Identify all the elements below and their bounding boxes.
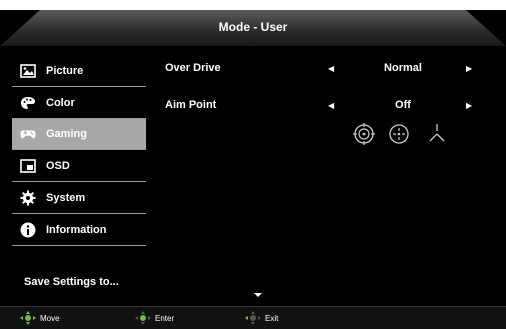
sidebar-item-label: Color: [46, 96, 75, 109]
crosshair-dot-icon[interactable]: [387, 122, 411, 146]
aim-point-value[interactable]: Off: [370, 99, 436, 111]
aim-point-left-arrow-icon[interactable]: ◀: [328, 101, 334, 110]
gamepad-icon: [20, 126, 36, 142]
over-drive-label: Over Drive: [165, 62, 221, 74]
footer-move-label: Move: [40, 313, 60, 323]
crosshair-circle-icon[interactable]: [352, 122, 376, 146]
sidebar-item-system[interactable]: System: [12, 182, 146, 214]
footer-enter-label: Enter: [155, 313, 175, 323]
sidebar-item-label: Information: [46, 223, 107, 236]
sidebar-item-label: Picture: [46, 64, 84, 77]
osd-icon: [20, 158, 36, 174]
aim-point-label: Aim Point: [165, 99, 217, 111]
page-title: Mode - User: [218, 20, 288, 34]
sidebar-item-gaming[interactable]: Gaming: [12, 119, 146, 150]
picture-icon: [20, 63, 36, 79]
sidebar-item-label: Gaming: [46, 128, 87, 140]
crosshair-y-icon[interactable]: [425, 122, 449, 146]
save-settings-button[interactable]: Save Settings to...: [24, 276, 119, 288]
sidebar-item-color[interactable]: Color: [12, 87, 146, 119]
sidebar: Picture Color Gaming OSD System Informat…: [12, 55, 146, 246]
sidebar-item-picture[interactable]: Picture: [12, 55, 146, 87]
title-bar: Mode - User: [0, 10, 506, 46]
gear-icon: [20, 190, 36, 206]
footer-exit-label: Exit: [265, 313, 279, 323]
footer: Move Enter Exit: [0, 306, 506, 329]
dpad-icon: [245, 311, 261, 325]
osd-menu: Mode - User Picture Color Gaming OSD Sys…: [0, 10, 506, 329]
sidebar-item-label: OSD: [46, 159, 70, 172]
sidebar-item-label: System: [46, 191, 86, 204]
dpad-icon: [135, 311, 151, 325]
over-drive-right-arrow-icon[interactable]: ▶: [466, 64, 472, 73]
palette-icon: [20, 95, 36, 111]
dpad-icon: [20, 311, 36, 325]
over-drive-left-arrow-icon[interactable]: ◀: [328, 64, 334, 73]
over-drive-value[interactable]: Normal: [370, 62, 436, 74]
scroll-down-arrow-icon[interactable]: [254, 293, 262, 297]
footer-enter: Enter: [135, 311, 174, 325]
footer-move: Move: [20, 311, 60, 325]
info-icon: [20, 222, 36, 238]
sidebar-item-information[interactable]: Information: [12, 214, 146, 246]
footer-exit: Exit: [245, 311, 278, 325]
aim-point-right-arrow-icon[interactable]: ▶: [466, 101, 472, 110]
sidebar-item-osd[interactable]: OSD: [12, 150, 146, 182]
